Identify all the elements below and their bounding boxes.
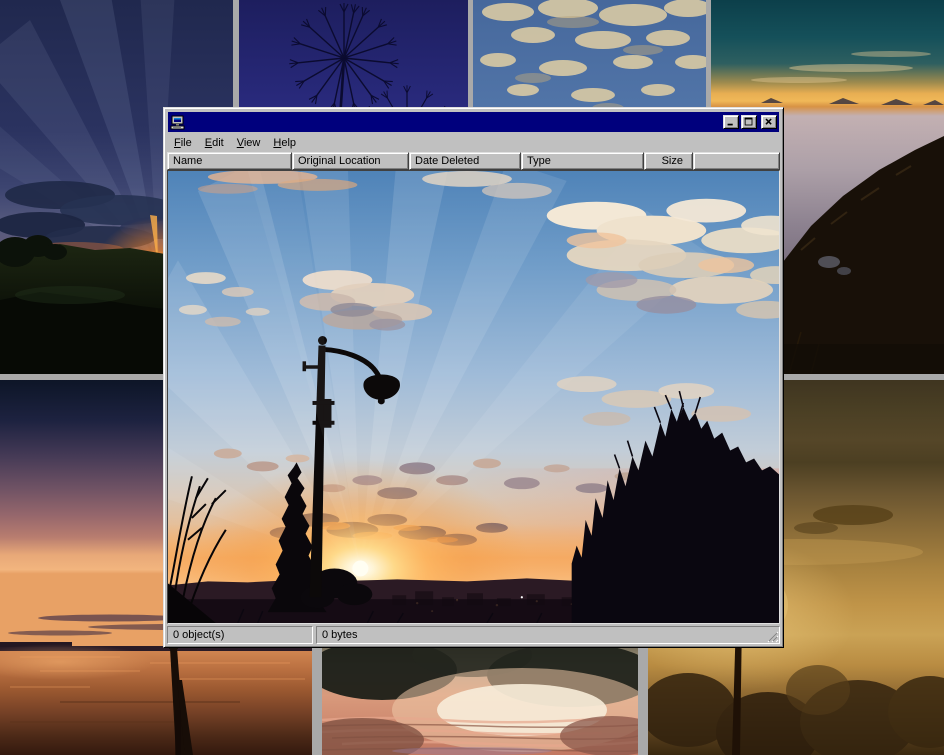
column-header-type[interactable]: Type xyxy=(521,152,644,170)
maximize-button[interactable] xyxy=(741,115,757,129)
column-header-name[interactable]: Name xyxy=(167,152,292,170)
status-size: 0 bytes xyxy=(316,626,780,644)
window-controls xyxy=(721,115,777,129)
column-header-row: Name Original Location Date Deleted Type… xyxy=(167,152,780,170)
column-header-size[interactable]: Size xyxy=(644,152,693,170)
minimize-button[interactable] xyxy=(723,115,739,129)
column-header-filler[interactable] xyxy=(693,152,780,170)
resize-grip-icon[interactable] xyxy=(766,630,779,643)
file-list-area[interactable] xyxy=(167,170,780,624)
title-bar[interactable] xyxy=(168,112,779,132)
status-object-count: 0 object(s) xyxy=(167,626,313,644)
menu-view[interactable]: View xyxy=(231,135,268,151)
minimize-icon xyxy=(724,116,738,128)
menu-bar: File Edit View Help xyxy=(167,133,780,152)
status-bar: 0 object(s) 0 bytes xyxy=(167,626,780,644)
close-button[interactable] xyxy=(761,115,777,129)
menu-help[interactable]: Help xyxy=(267,135,303,151)
column-header-date-deleted[interactable]: Date Deleted xyxy=(409,152,521,170)
sunset-lamp-photo xyxy=(168,171,779,623)
close-icon xyxy=(762,116,776,128)
column-header-original-location[interactable]: Original Location xyxy=(292,152,409,170)
computer-icon xyxy=(170,115,186,130)
recycle-bin-window: File Edit View Help Name Original Locati… xyxy=(163,107,784,648)
menu-edit[interactable]: Edit xyxy=(199,135,231,151)
maximize-icon xyxy=(742,116,756,128)
menu-file[interactable]: File xyxy=(168,135,199,151)
